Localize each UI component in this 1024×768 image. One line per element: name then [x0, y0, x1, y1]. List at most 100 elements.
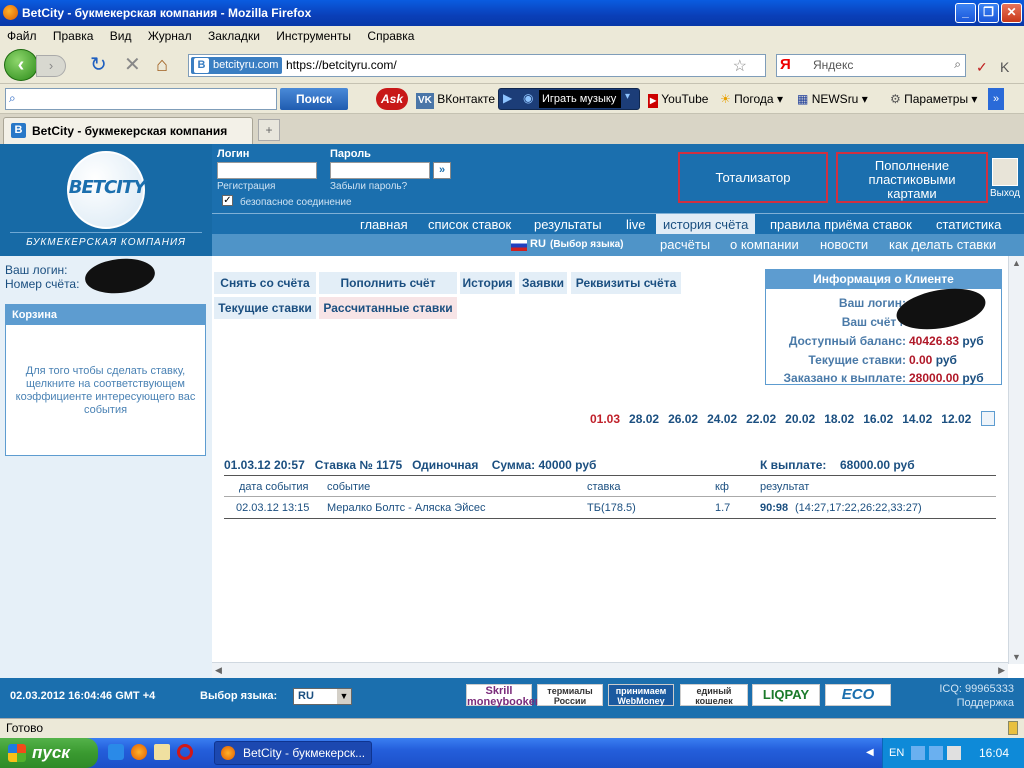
home-icon[interactable]: ⌂: [156, 55, 168, 75]
forgot-password-link[interactable]: Забыли пароль?: [330, 181, 407, 192]
login-submit-button[interactable]: »: [433, 162, 451, 179]
url-text[interactable]: https://betcityru.com/: [286, 55, 397, 76]
toolbar-search-button[interactable]: Поиск: [280, 88, 348, 110]
scroll-right-icon[interactable]: ▶: [998, 665, 1005, 676]
search-magnifier-icon[interactable]: ⌕: [954, 57, 961, 72]
date-link[interactable]: 28.02: [629, 412, 659, 426]
date-link[interactable]: 20.02: [785, 412, 815, 426]
music-widget[interactable]: ▶ ◉ Играть музыку ▾: [498, 88, 640, 110]
date-link[interactable]: 18.02: [824, 412, 854, 426]
quicklaunch-firefox-icon[interactable]: [131, 744, 147, 760]
withdraw-tab[interactable]: Снять со счёта: [214, 272, 316, 294]
date-link[interactable]: 14.02: [902, 412, 932, 426]
skrill-logo[interactable]: Skrill moneybookers: [466, 684, 545, 708]
single-wallet-logo[interactable]: единый кошелек: [680, 684, 748, 706]
nav-settlements[interactable]: расчёты: [660, 234, 710, 255]
taskbar-firefox-window[interactable]: BetCity - букмекерск...: [214, 741, 372, 765]
site-identity-button[interactable]: Bbetcityru.com: [191, 57, 283, 74]
date-link[interactable]: 01.03: [590, 412, 620, 426]
totalizator-button[interactable]: Тотализатор: [678, 152, 828, 203]
date-link[interactable]: 26.02: [668, 412, 698, 426]
ask-button[interactable]: Ask: [376, 88, 408, 110]
stop-icon[interactable]: ✕: [124, 55, 141, 75]
settled-bets-tab[interactable]: Рассчитанные ставки: [319, 297, 457, 319]
quicklaunch-ie-icon[interactable]: [108, 744, 124, 760]
minimize-button[interactable]: _: [955, 3, 976, 23]
lang-code[interactable]: RU: [530, 234, 546, 255]
nav-news[interactable]: новости: [820, 234, 868, 255]
tray-language[interactable]: EN: [889, 738, 904, 768]
close-button[interactable]: ✕: [1001, 3, 1022, 23]
exit-label[interactable]: Выход: [990, 188, 1020, 199]
forward-button[interactable]: ›: [36, 55, 66, 77]
menu-tools[interactable]: Инструменты: [276, 29, 351, 43]
nav-about[interactable]: о компании: [730, 234, 799, 255]
vertical-scrollbar[interactable]: ▲ ▼: [1008, 256, 1024, 664]
scroll-left-icon[interactable]: ◀: [215, 665, 222, 676]
current-bets-tab[interactable]: Текущие ставки: [214, 297, 316, 319]
tray-volume-icon[interactable]: [947, 746, 961, 760]
news-bookmark[interactable]: ▦ NEWSru ▾: [797, 84, 868, 114]
addon-icon[interactable]: ✓: [976, 57, 988, 77]
nav-account-history[interactable]: история счёта: [656, 214, 756, 235]
tray-expand-icon[interactable]: ◀: [866, 747, 874, 758]
secure-checkbox[interactable]: ✓: [222, 195, 233, 206]
footer-lang-select[interactable]: RU ▼: [293, 688, 352, 705]
new-tab-button[interactable]: +: [258, 119, 280, 141]
menu-view[interactable]: Вид: [110, 29, 132, 43]
requests-tab[interactable]: Заявки: [519, 272, 567, 294]
topup-cards-button[interactable]: Пополнение пластиковыми картами: [836, 152, 988, 203]
eco-logo[interactable]: ECO: [825, 684, 891, 706]
vk-bookmark[interactable]: VK ВКонтакте: [416, 84, 495, 114]
reload-icon[interactable]: ↻: [90, 55, 107, 75]
register-link[interactable]: Регистрация: [217, 181, 275, 192]
date-link[interactable]: 12.02: [941, 412, 971, 426]
webmoney-logo[interactable]: принимаем WebMoney: [608, 684, 674, 706]
account-details-tab[interactable]: Реквизиты счёта: [571, 272, 681, 294]
search-placeholder[interactable]: Яндекс: [813, 55, 853, 76]
select-chevron-down-icon[interactable]: ▼: [337, 689, 351, 704]
weather-bookmark[interactable]: ☀ Погода ▾: [720, 84, 783, 114]
volume-icon[interactable]: ◉: [523, 91, 533, 105]
bookmark-star-icon[interactable]: ☆: [733, 56, 747, 76]
search-box[interactable]: Я Яндекс ⌕: [776, 54, 966, 77]
yandex-icon[interactable]: Я: [780, 56, 791, 73]
date-link[interactable]: 16.02: [863, 412, 893, 426]
youtube-bookmark[interactable]: ▶ YouTube: [648, 84, 708, 114]
menu-edit[interactable]: Правка: [53, 29, 94, 43]
chevron-more-icon[interactable]: »: [988, 88, 1004, 110]
scroll-up-icon[interactable]: ▲: [1012, 258, 1021, 268]
start-button[interactable]: пуск: [0, 738, 98, 768]
menu-help[interactable]: Справка: [367, 29, 414, 43]
menu-bookmarks[interactable]: Закладки: [208, 29, 260, 43]
password-input[interactable]: [330, 162, 430, 179]
quicklaunch-opera-icon[interactable]: [177, 744, 193, 760]
quicklaunch-app-icon[interactable]: [154, 744, 170, 760]
back-button[interactable]: ‹: [4, 49, 38, 81]
site-logo[interactable]: BETCITY БУКМЕКЕРСКАЯ КОМПАНИЯ: [0, 144, 212, 256]
tab-betcity[interactable]: B BetCity - букмекерская компания: [3, 117, 253, 144]
support-link[interactable]: Поддержка: [957, 697, 1014, 709]
tray-network-icon[interactable]: [929, 746, 943, 760]
terminals-logo[interactable]: термиалы России: [537, 684, 603, 706]
nav-statistics[interactable]: статистика: [936, 214, 1001, 235]
history-tab[interactable]: История: [460, 272, 515, 294]
params-bookmark[interactable]: ⚙ Параметры ▾: [890, 84, 977, 114]
nav-home[interactable]: главная: [360, 214, 408, 235]
music-dropdown-icon[interactable]: ▾: [625, 91, 630, 102]
calendar-icon[interactable]: [981, 411, 995, 426]
menu-file[interactable]: Файл: [7, 29, 37, 43]
nav-how-to-bet[interactable]: как делать ставки: [889, 234, 996, 255]
nav-rules[interactable]: правила приёма ставок: [770, 214, 912, 235]
maximize-button[interactable]: ❐: [978, 3, 999, 23]
toolbar-search-input[interactable]: ⌕: [5, 88, 277, 110]
login-input[interactable]: [217, 162, 317, 179]
horizontal-scrollbar[interactable]: ◀ ▶: [212, 662, 1008, 678]
nav-bet-list[interactable]: список ставок: [428, 214, 511, 235]
scroll-down-icon[interactable]: ▼: [1012, 652, 1021, 662]
menu-history[interactable]: Журнал: [148, 29, 192, 43]
url-bar[interactable]: Bbetcityru.com https://betcityru.com/ ☆: [188, 54, 766, 77]
status-addon-icon[interactable]: [1008, 721, 1018, 735]
lang-hint[interactable]: (Выбор языка): [550, 234, 624, 255]
addon-k-icon[interactable]: K: [1000, 57, 1009, 77]
